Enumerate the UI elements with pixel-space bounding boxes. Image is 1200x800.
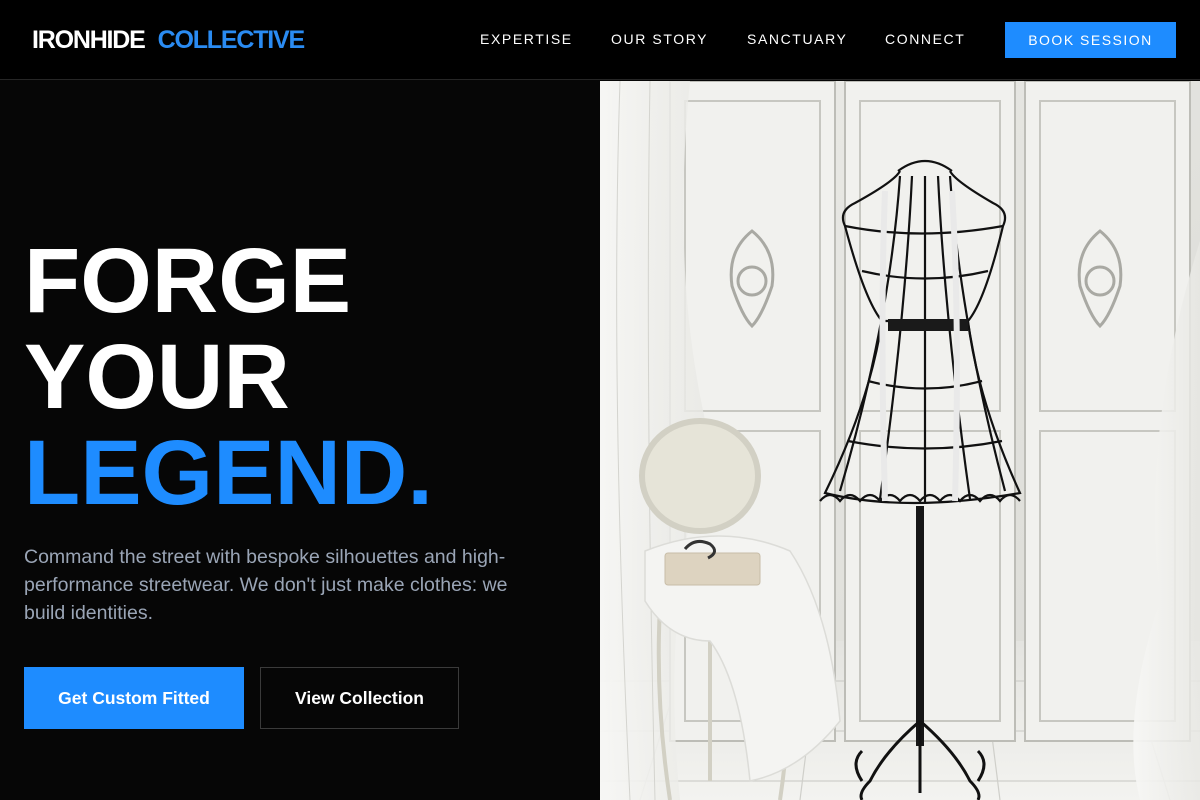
nav-item-connect[interactable]: CONNECT	[885, 31, 965, 47]
nav-item-expertise[interactable]: EXPERTISE	[480, 31, 573, 47]
top-navigation-bar: IRONHIDE COLLECTIVE EXPERTISE OUR STORY S…	[0, 0, 1200, 80]
headline-line-forge: FORGE	[24, 230, 352, 332]
nav-item-sanctuary[interactable]: SANCTUARY	[747, 31, 848, 47]
view-collection-button[interactable]: View Collection	[260, 667, 459, 729]
get-custom-fitted-button[interactable]: Get Custom Fitted	[24, 667, 244, 729]
headline-line-legend: LEGEND.	[24, 422, 433, 524]
hero-image-dress-form	[600, 81, 1200, 800]
hero-headline: FORGE YOUR LEGEND.	[24, 233, 433, 521]
headline-line-your: YOUR	[24, 326, 290, 428]
brand-logo[interactable]: IRONHIDE COLLECTIVE	[32, 26, 306, 55]
brand-word-ironhide: IRONHIDE	[32, 26, 146, 54]
brand-word-collective: COLLECTIVE	[157, 26, 306, 54]
book-session-button[interactable]: BOOK SESSION	[1005, 22, 1176, 58]
nav-item-our-story[interactable]: OUR STORY	[611, 31, 708, 47]
dress-form-illustration	[600, 81, 1200, 800]
hero-subtitle: Command the street with bespoke silhouet…	[24, 546, 508, 624]
